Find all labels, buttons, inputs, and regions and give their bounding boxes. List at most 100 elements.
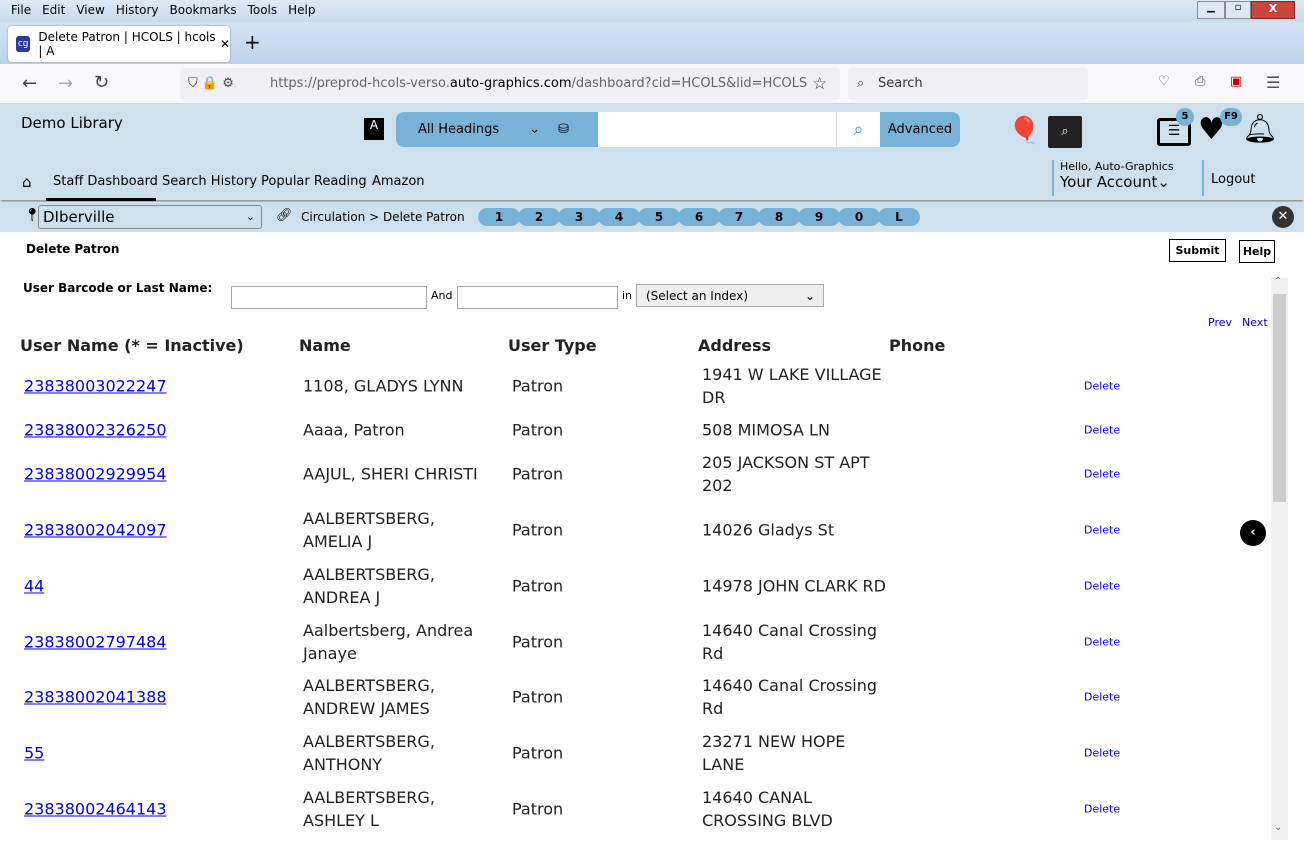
favicon-icon: cg: [16, 36, 31, 52]
user-barcode-link[interactable]: 23838002041388: [24, 686, 284, 709]
user-barcode-link[interactable]: 23838002326250: [24, 419, 284, 442]
bell-icon[interactable]: 🔔︎: [1242, 112, 1278, 145]
menu-help[interactable]: Help: [288, 3, 315, 17]
tab-bar: cg Delete Patron | HCOLS | hcols | A ✕ +: [0, 22, 1304, 64]
close-icon[interactable]: ✕: [1272, 206, 1294, 228]
prev-link[interactable]: Prev: [1208, 316, 1232, 329]
alpha-jump-0[interactable]: 0: [838, 208, 880, 226]
barcode-input[interactable]: [231, 286, 427, 309]
close-window-button[interactable]: X: [1251, 1, 1295, 19]
alpha-jump-L[interactable]: L: [878, 208, 920, 226]
extension-icon[interactable]: ▣: [1230, 74, 1242, 89]
search-input[interactable]: [598, 112, 836, 147]
table-row: 55 AALBERTSBERG, ANTHONY Patron 23271 NEW H…: [0, 725, 1270, 781]
tab-delete-patron[interactable]: cg Delete Patron | HCOLS | hcols | A ✕: [8, 26, 230, 62]
alpha-jump-7[interactable]: 7: [718, 208, 760, 226]
delete-link[interactable]: Delete: [1084, 798, 1144, 821]
user-barcode-link[interactable]: 23838002929954: [24, 463, 284, 486]
menu-history[interactable]: History: [116, 3, 159, 17]
alpha-jump-2[interactable]: 2: [518, 208, 560, 226]
menu-edit[interactable]: Edit: [42, 3, 65, 17]
search-label: User Barcode or Last Name:: [23, 281, 213, 295]
delete-link[interactable]: Delete: [1084, 742, 1144, 765]
search-bar: All Headings ⌄ ⛁ ⌕ Advanced: [396, 112, 960, 147]
user-type: Patron: [512, 576, 564, 596]
delete-link[interactable]: Delete: [1084, 631, 1144, 654]
browser-search[interactable]: ⌕ Search: [848, 68, 1088, 100]
library-name: Demo Library: [21, 114, 123, 132]
translate-icon[interactable]: A: [364, 118, 384, 140]
nav-bar: ← → ↻ ⛉ 🔒 ⚙ https://preprod-hcols-verso.a…: [0, 64, 1304, 104]
user-barcode-link[interactable]: 23838002042097: [24, 519, 284, 542]
back-icon[interactable]: ←: [22, 73, 37, 94]
menu-bookmarks[interactable]: Bookmarks: [170, 3, 237, 17]
index-select[interactable]: (Select an Index) ⌄: [636, 284, 824, 307]
patron-name: 1108, GLADYS LYNN: [303, 376, 464, 396]
heading-select[interactable]: All Headings ⌄ ⛁: [396, 112, 598, 147]
close-tab-icon[interactable]: ✕: [220, 37, 230, 51]
home-icon[interactable]: ⌂: [22, 173, 32, 191]
new-tab-button[interactable]: +: [244, 30, 261, 54]
second-input[interactable]: [457, 286, 618, 309]
menu-tools[interactable]: Tools: [248, 3, 278, 17]
alpha-jump-8[interactable]: 8: [758, 208, 800, 226]
nav-popular-reading[interactable]: Popular Reading: [261, 174, 367, 189]
help-button[interactable]: Help: [1239, 240, 1275, 263]
alpha-jump-4[interactable]: 4: [598, 208, 640, 226]
user-barcode-link[interactable]: 23838003022247: [24, 375, 284, 398]
next-link[interactable]: Next: [1242, 316, 1268, 329]
alpha-jump-9[interactable]: 9: [798, 208, 840, 226]
user-barcode-link[interactable]: 23838002797484: [24, 631, 284, 654]
user-type: Patron: [512, 520, 564, 540]
minimize-button[interactable]: ▁: [1197, 1, 1225, 19]
patron-name: AALBERTSBERG, ANDREW JAMES: [303, 676, 435, 718]
user-barcode-link[interactable]: 44: [24, 575, 284, 598]
user-type: Patron: [512, 420, 564, 440]
location-select[interactable]: DIberville ⌄: [38, 205, 262, 229]
address: 14026 Gladys St: [702, 520, 835, 540]
delete-link[interactable]: Delete: [1084, 463, 1144, 486]
submit-button[interactable]: Submit: [1169, 239, 1226, 262]
maximize-button[interactable]: ▫: [1225, 1, 1251, 19]
user-barcode-link[interactable]: 55: [24, 742, 284, 765]
user-barcode-link[interactable]: 23838002464143: [24, 798, 284, 821]
table-row: 23838002797484 Aalbertsberg, Andrea Janay…: [0, 614, 1270, 670]
star-icon[interactable]: ☆: [812, 68, 827, 100]
patron-name: AALBERTSBERG, ASHLEY L: [303, 788, 435, 830]
scrollbar[interactable]: ⌃ ⌄: [1271, 276, 1288, 840]
forward-icon[interactable]: →: [58, 73, 73, 94]
reload-icon[interactable]: ↻: [94, 72, 109, 93]
pocket-icon[interactable]: ♡: [1158, 74, 1170, 89]
database-icon[interactable]: ⛁: [558, 122, 569, 137]
search-button[interactable]: ⌕: [836, 112, 880, 147]
alpha-jump-6[interactable]: 6: [678, 208, 720, 226]
menu-view[interactable]: View: [76, 3, 104, 17]
nav-amazon[interactable]: Amazon: [372, 174, 425, 189]
delete-link[interactable]: Delete: [1084, 375, 1144, 398]
delete-link[interactable]: Delete: [1084, 575, 1144, 598]
logout-link[interactable]: Logout: [1202, 160, 1256, 196]
account-menu[interactable]: Hello, Auto-Graphics Your Account⌄: [1052, 160, 1174, 196]
delete-link[interactable]: Delete: [1084, 419, 1144, 442]
nav-staff-dashboard[interactable]: Staff Dashboard: [53, 174, 158, 189]
catalog-search-icon[interactable]: ⌕: [1048, 116, 1082, 148]
print-icon[interactable]: ⎙: [1195, 74, 1205, 89]
col-user-type: User Type: [508, 336, 597, 355]
nav-search-history[interactable]: Search History: [162, 174, 257, 189]
address: 205 JACKSON ST APT 202: [702, 453, 870, 495]
alpha-jump-5[interactable]: 5: [638, 208, 680, 226]
delete-link[interactable]: Delete: [1084, 686, 1144, 709]
hamburger-menu-icon[interactable]: ☰: [1266, 73, 1280, 92]
search-icon: ⌕: [857, 76, 865, 91]
advanced-search-button[interactable]: Advanced: [880, 112, 960, 147]
your-account-link[interactable]: Your Account: [1060, 173, 1157, 191]
alpha-jump-3[interactable]: 3: [558, 208, 600, 226]
scrollbar-thumb[interactable]: [1273, 294, 1286, 502]
delete-link[interactable]: Delete: [1084, 519, 1144, 542]
menu-file[interactable]: File: [11, 3, 31, 17]
balloon-icon[interactable]: 🎈: [1008, 116, 1040, 146]
alpha-jump-1[interactable]: 1: [478, 208, 520, 226]
collapse-panel-icon[interactable]: ‹: [1240, 520, 1266, 546]
url-bar[interactable]: ⛉ 🔒 ⚙ https://preprod-hcols-verso.auto-gr…: [180, 68, 840, 100]
address: 508 MIMOSA LN: [702, 420, 830, 440]
